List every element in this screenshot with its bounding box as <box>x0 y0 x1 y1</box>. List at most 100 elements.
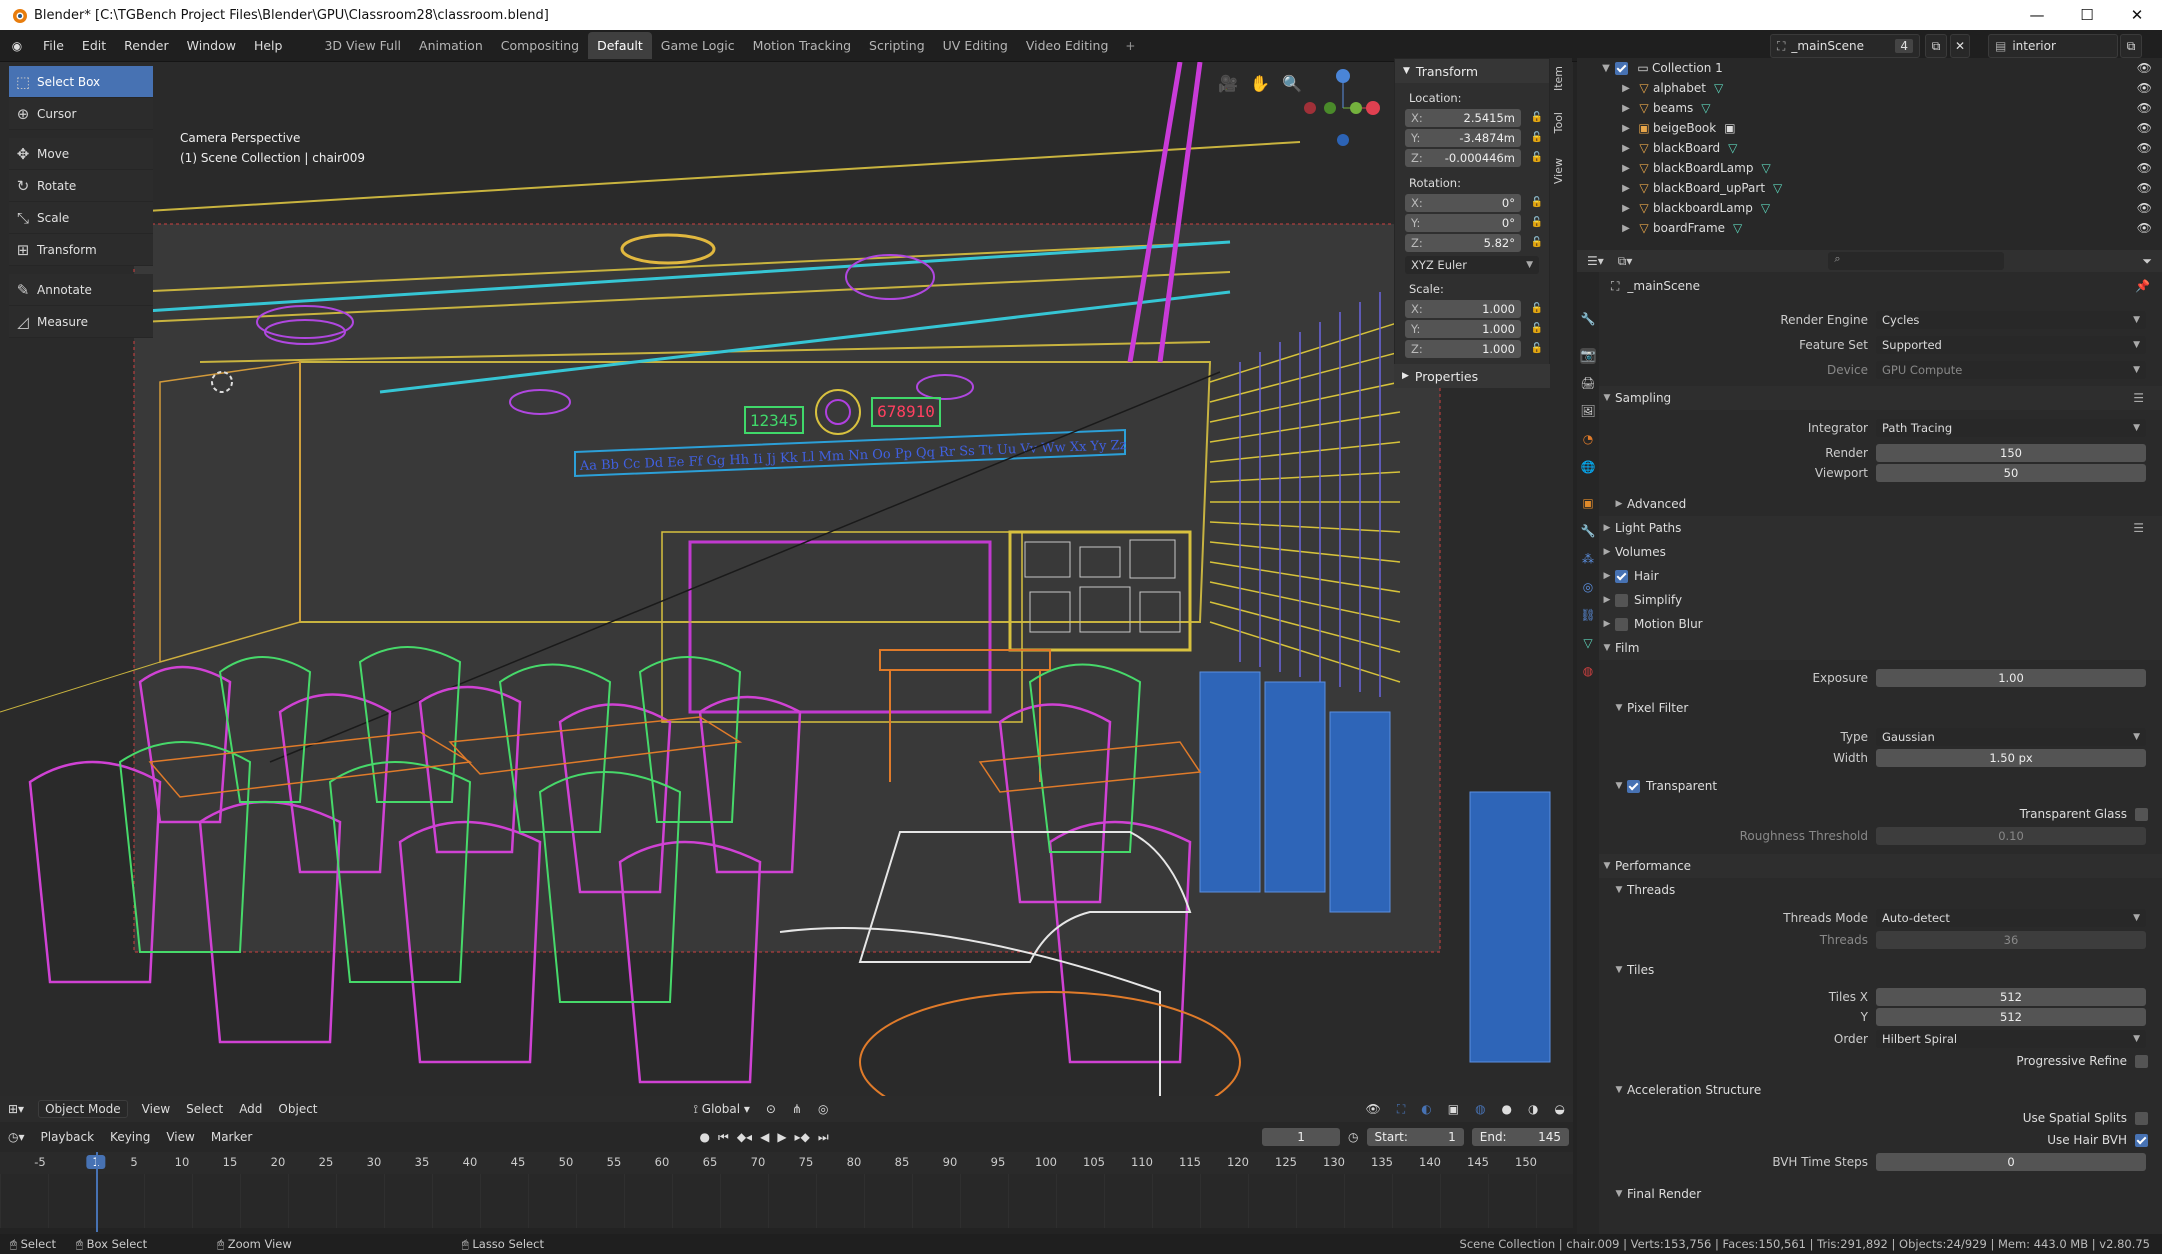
lock-icon[interactable]: 🔓 <box>1529 217 1545 228</box>
visibility-eye-icon[interactable]: 👁 <box>2137 121 2152 135</box>
menu-file[interactable]: File <box>34 38 73 53</box>
hair-panel-header[interactable]: ▶ Hair <box>1599 564 2162 588</box>
outliner-row[interactable]: ▶ ▽ blackBoard_upPart ▽ 👁 <box>1577 178 2162 198</box>
output-properties-icon[interactable]: 🖨 <box>1580 376 1596 392</box>
orientation-dropdown[interactable]: ⟟ Global ▾ <box>686 1102 758 1117</box>
visibility-eye-icon[interactable]: 👁 <box>2137 201 2152 215</box>
pan-hand-icon[interactable]: ✋ <box>1250 74 1270 93</box>
workspace-tab-uv-editing[interactable]: UV Editing <box>934 32 1017 59</box>
filter-type-dropdown[interactable]: Gaussian ▼ <box>1876 728 2146 746</box>
menu-select[interactable]: Select <box>178 1102 231 1116</box>
play-reverse-icon[interactable]: ◀ <box>756 1130 773 1144</box>
properties-editor-type-icon[interactable]: ☰▾ <box>1577 254 1604 268</box>
motion-blur-checkbox[interactable] <box>1615 617 1628 631</box>
lock-icon[interactable]: 🔓 <box>1529 343 1545 354</box>
playhead[interactable] <box>96 1152 98 1232</box>
display-mode-icon[interactable]: ⧉▾ <box>1604 254 1633 269</box>
presets-list-icon[interactable]: ☰ <box>2133 521 2144 535</box>
record-icon[interactable]: ● <box>696 1130 714 1144</box>
visibility-eye-icon[interactable]: 👁 <box>2137 101 2152 115</box>
threads-subpanel-header[interactable]: ▼ Threads <box>1599 878 2162 902</box>
integrator-dropdown[interactable]: Path Tracing ▼ <box>1876 419 2146 437</box>
threads-mode-dropdown[interactable]: Auto-detect ▼ <box>1876 909 2146 927</box>
transparent-glass-checkbox[interactable] <box>2135 807 2148 821</box>
timeline-editor-type-icon[interactable]: ◷▾ <box>0 1130 33 1144</box>
visibility-eye-icon[interactable]: 👁 <box>2137 221 2152 235</box>
sidebar-tab-item[interactable]: Item <box>1552 66 1570 91</box>
scale-y-field[interactable]: Y: 1.000 <box>1405 319 1521 338</box>
location-y-field[interactable]: Y: -3.4874m <box>1405 128 1521 147</box>
visibility-eye-icon[interactable]: 👁 <box>2137 61 2152 75</box>
minimize-button[interactable]: — <box>2012 0 2062 30</box>
view-layer-selector[interactable]: ▤ interior <box>1988 34 2118 58</box>
device-dropdown[interactable]: GPU Compute ▼ <box>1876 361 2146 379</box>
render-samples-field[interactable]: 150 <box>1876 444 2146 462</box>
rotation-z-field[interactable]: Z: 5.82° <box>1405 233 1521 252</box>
scale-z-field[interactable]: Z: 1.000 <box>1405 339 1521 358</box>
visibility-eye-icon[interactable]: 👁 <box>2137 181 2152 195</box>
viewport-samples-field[interactable]: 50 <box>1876 464 2146 482</box>
motion-blur-panel-header[interactable]: ▶ Motion Blur <box>1599 612 2162 636</box>
outliner-row[interactable]: ▶ ▽ beams ▽ 👁 <box>1577 98 2162 118</box>
outliner-row[interactable]: ▶ ▽ alphabet ▽ 👁 <box>1577 78 2162 98</box>
collapse-icon[interactable]: ▼ <box>1597 63 1615 74</box>
current-frame-field[interactable]: 1 <box>1262 1128 1341 1146</box>
constraint-properties-icon[interactable]: ⛓ <box>1580 608 1596 624</box>
volumes-panel-header[interactable]: ▶ Volumes <box>1599 540 2162 564</box>
sampling-panel-header[interactable]: ▼ Sampling ☰ <box>1599 386 2162 410</box>
menu-playback[interactable]: Playback <box>33 1130 103 1144</box>
prev-keyframe-icon[interactable]: ◆◂ <box>733 1130 756 1144</box>
final-render-subpanel-header[interactable]: ▼ Final Render <box>1599 1182 2162 1206</box>
blender-menu-icon[interactable]: ◉ <box>0 39 34 53</box>
pivot-icon[interactable]: ⊙ <box>758 1102 784 1116</box>
3d-viewport[interactable]: 12345 678910 Aa Bb Cc Dd Ee Ff Gg Hh Ii … <box>0 62 1573 1120</box>
menu-render[interactable]: Render <box>115 38 178 53</box>
tool-measure[interactable]: ◿ Measure <box>9 306 153 338</box>
outliner-row[interactable]: ▶ ▽ blackBoardLamp ▽ 👁 <box>1577 158 2162 178</box>
location-x-field[interactable]: X: 2.5415m <box>1405 108 1521 127</box>
keyframe-track[interactable] <box>0 1174 1573 1228</box>
workspace-tab-compositing[interactable]: Compositing <box>492 32 588 59</box>
camera-view-icon[interactable]: 🎥 <box>1218 74 1238 93</box>
tool-select-box[interactable]: ⬚ Select Box <box>9 66 153 98</box>
film-panel-header[interactable]: ▼ Film <box>1599 636 2162 660</box>
workspace-tab-scripting[interactable]: Scripting <box>860 32 934 59</box>
physics-properties-icon[interactable]: ◎ <box>1580 580 1596 596</box>
pixel-filter-subpanel-header[interactable]: ▼ Pixel Filter <box>1599 696 2162 720</box>
visibility-eye-icon[interactable]: 👁 <box>2137 81 2152 95</box>
workspace-tab-3d-view-full[interactable]: 3D View Full <box>315 32 410 59</box>
advanced-subpanel-header[interactable]: ▶ Advanced <box>1599 492 2162 516</box>
tiles-x-field[interactable]: 512 <box>1876 988 2146 1006</box>
sidebar-tab-view[interactable]: View <box>1552 158 1570 184</box>
simplify-checkbox[interactable] <box>1615 593 1628 607</box>
clock-icon[interactable]: ◷ <box>1344 1130 1362 1144</box>
shading-solid-icon[interactable]: ● <box>1494 1102 1520 1116</box>
threads-count-field[interactable]: 36 <box>1876 931 2146 949</box>
menu-edit[interactable]: Edit <box>73 38 115 53</box>
new-view-layer-icon[interactable]: ⧉ <box>2120 34 2142 58</box>
tool-move[interactable]: ✥ Move <box>9 138 153 170</box>
properties-search-input[interactable]: ⌕ <box>1828 252 2005 270</box>
object-data-icon[interactable]: ▽ <box>1580 636 1596 652</box>
tiles-subpanel-header[interactable]: ▼ Tiles <box>1599 958 2162 982</box>
editor-type-icon[interactable]: ⊞▾ <box>0 1102 32 1116</box>
rotation-y-field[interactable]: Y: 0° <box>1405 213 1521 232</box>
scene-properties-icon[interactable]: ◔ <box>1580 432 1596 448</box>
outliner-collection-row[interactable]: ▼ ▭ Collection 1 👁 <box>1577 58 2162 78</box>
menu-help[interactable]: Help <box>245 38 292 53</box>
location-z-field[interactable]: Z: -0.000446m <box>1405 148 1521 167</box>
tool-cursor[interactable]: ⊕ Cursor <box>9 98 153 130</box>
lock-icon[interactable]: 🔓 <box>1529 152 1545 163</box>
view-layer-properties-icon[interactable]: 🖼 <box>1580 404 1596 420</box>
overlay-toggle-icon[interactable]: ◐ <box>1413 1102 1439 1116</box>
simplify-panel-header[interactable]: ▶ Simplify <box>1599 588 2162 612</box>
tool-transform[interactable]: ⊞ Transform <box>9 234 153 266</box>
add-workspace-icon[interactable]: + <box>1117 39 1143 53</box>
collection-enable-checkbox[interactable] <box>1615 61 1628 75</box>
render-properties-icon[interactable]: 📷 <box>1580 348 1596 364</box>
scale-x-field[interactable]: X: 1.000 <box>1405 299 1521 318</box>
visibility-eye-icon[interactable]: 👁 <box>2137 161 2152 175</box>
workspace-tab-video-editing[interactable]: Video Editing <box>1017 32 1118 59</box>
lock-icon[interactable]: 🔓 <box>1529 112 1545 123</box>
jump-start-icon[interactable]: ⏮ <box>714 1130 733 1145</box>
